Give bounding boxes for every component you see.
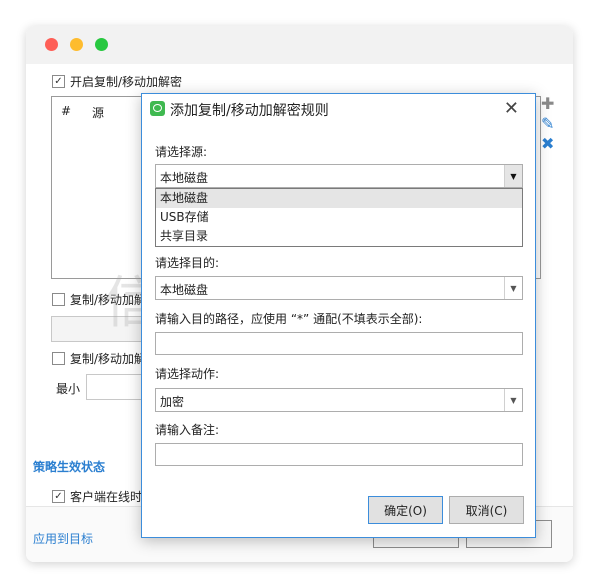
zoom-window-button[interactable] [95,38,108,51]
plus-icon[interactable]: ✚ [541,96,554,112]
min-label: 最小 [56,382,81,396]
chevron-down-icon[interactable]: ▼ [504,277,522,299]
path-input[interactable] [155,332,523,355]
note-label: 请输入备注: [155,423,220,437]
table-header-index: # [61,104,72,118]
source-label: 请选择源: [155,145,208,159]
source-select[interactable]: 本地磁盘 ▼ [155,164,523,188]
target-select[interactable]: 本地磁盘 ▼ [155,276,523,300]
pencil-icon[interactable]: ✎ [541,116,554,132]
path-label: 请输入目的路径，应使用 “*” 通配(不填表示全部): [155,312,423,326]
client-online-row[interactable]: ✓ 客户端在线时 [52,488,142,505]
copy-move-checkbox-2[interactable] [52,352,65,365]
source-option-local-disk[interactable]: 本地磁盘 [156,189,522,208]
copy-move-row-1[interactable]: 复制/移动加解 [52,291,146,308]
copy-move-checkbox-1[interactable] [52,293,65,306]
cancel-button[interactable]: 取消(C) [449,496,524,524]
min-input[interactable] [86,374,148,400]
source-dropdown-list: 本地磁盘 USB存储 共享目录 [155,188,523,247]
table-header-source: 源 [92,106,105,120]
dialog-title: 添加复制/移动加解密规则 [170,103,329,119]
copy-move-label-1: 复制/移动加解 [70,293,147,307]
app-logo-icon [150,101,165,116]
source-select-value: 本地磁盘 [160,171,209,185]
client-online-checkbox[interactable]: ✓ [52,490,65,503]
window-titlebar [26,26,573,64]
target-label: 请选择目的: [155,256,220,270]
copy-move-row-2[interactable]: 复制/移动加解 [52,350,146,367]
enable-encryption-label: 开启复制/移动加解密 [70,75,183,89]
enable-encryption-row[interactable]: ✓ 开启复制/移动加解密 [52,73,182,90]
note-input[interactable] [155,443,523,466]
policy-status-heading: 策略生效状态 [33,460,106,474]
action-select[interactable]: 加密 ▼ [155,388,523,412]
close-window-button[interactable] [45,38,58,51]
action-label: 请选择动作: [155,367,220,381]
client-online-label: 客户端在线时 [70,490,143,504]
copy-move-label-2: 复制/移动加解 [70,352,147,366]
source-option-shared-folder[interactable]: 共享目录 [156,227,522,246]
copy-move-input-1[interactable] [51,316,153,342]
minimize-window-button[interactable] [70,38,83,51]
source-option-usb-storage[interactable]: USB存储 [156,208,522,227]
chevron-down-icon[interactable]: ▼ [504,165,522,187]
target-select-value: 本地磁盘 [160,283,209,297]
dialog-titlebar: 添加复制/移动加解密规则 ✕ [142,94,535,124]
ok-button[interactable]: 确定(O) [368,496,443,524]
action-select-value: 加密 [160,395,185,409]
close-x-icon[interactable]: ✖ [541,136,554,152]
apply-to-target-link[interactable]: 应用到目标 [33,530,93,547]
close-icon[interactable]: ✕ [504,98,519,119]
enable-encryption-checkbox[interactable]: ✓ [52,75,65,88]
chevron-down-icon[interactable]: ▼ [504,389,522,411]
add-rule-dialog: 添加复制/移动加解密规则 ✕ 请选择源: 本地磁盘 ▼ 本地磁盘 USB存储 共… [141,93,536,538]
